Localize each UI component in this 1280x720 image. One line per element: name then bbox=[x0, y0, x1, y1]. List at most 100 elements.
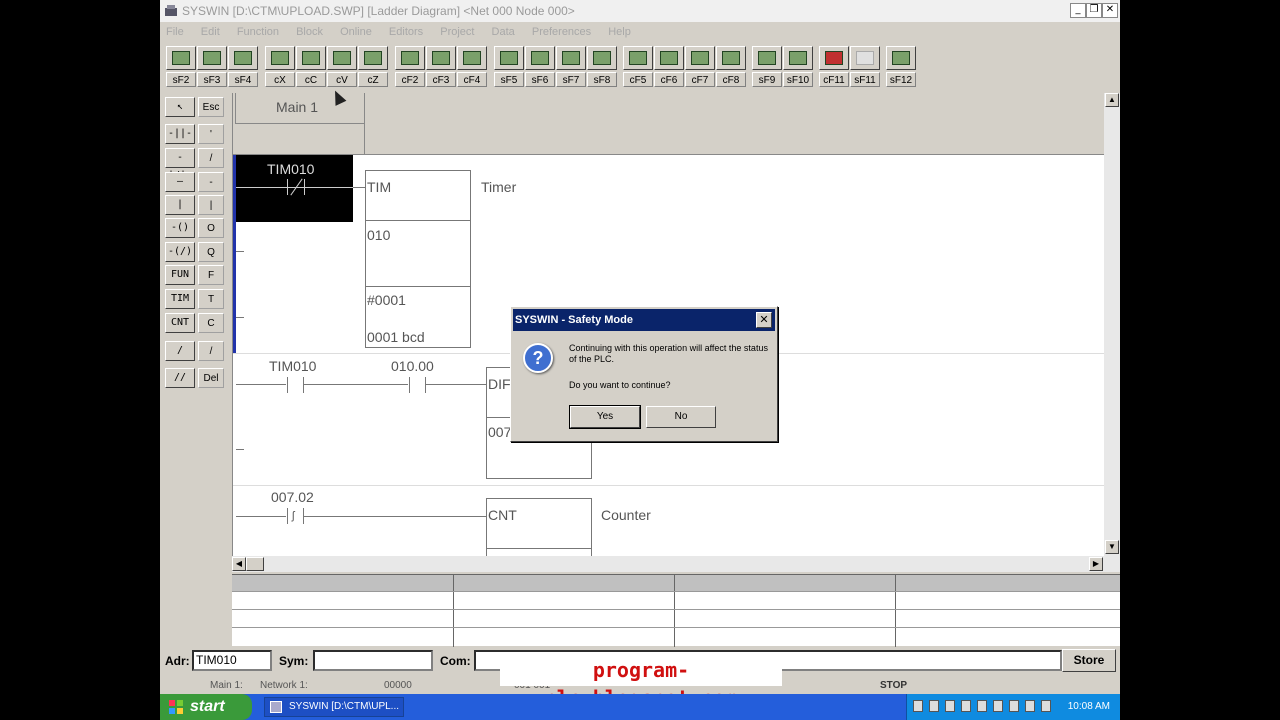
menu-editors[interactable]: Editors bbox=[389, 26, 423, 38]
cnt-instruction-label: CNT bbox=[488, 507, 517, 523]
print-button[interactable] bbox=[228, 46, 258, 70]
scroll-down-arrow[interactable]: ▼ bbox=[1105, 540, 1119, 554]
horizontal-line-button[interactable]: — bbox=[165, 172, 195, 192]
symbol-input[interactable] bbox=[313, 650, 433, 671]
tool-cf3-button[interactable] bbox=[426, 46, 456, 70]
print-icon bbox=[234, 51, 252, 65]
horizontal-scrollbar[interactable]: ◀ ▶ bbox=[232, 556, 1120, 572]
timer-comment: Timer bbox=[481, 179, 517, 195]
tool-sf10-button[interactable] bbox=[783, 46, 813, 70]
contact-bar bbox=[303, 377, 304, 393]
contact-nc-button[interactable]: -|/|- bbox=[165, 148, 195, 181]
grid-row-divider bbox=[232, 609, 1120, 610]
store-button[interactable]: Store bbox=[1062, 649, 1116, 672]
undo-button[interactable] bbox=[358, 46, 388, 70]
menu-preferences[interactable]: Preferences bbox=[532, 26, 591, 38]
menu-help[interactable]: Help bbox=[608, 26, 631, 38]
save-button[interactable] bbox=[197, 46, 227, 70]
rail-tick bbox=[236, 251, 244, 252]
scroll-right-arrow[interactable]: ▶ bbox=[1089, 557, 1103, 571]
close-button[interactable]: ✕ bbox=[1102, 3, 1118, 18]
coil-not-button[interactable]: -(/) bbox=[165, 242, 195, 262]
status-address: 00000 bbox=[384, 680, 412, 691]
tab-main-1[interactable]: Main 1 bbox=[235, 93, 365, 124]
counter-button[interactable]: CNT bbox=[165, 313, 195, 333]
toolbar: sF2 sF3 sF4 cX cC cV cZ cF2 cF3 cF4 sF5 … bbox=[160, 44, 1120, 90]
contact-bar bbox=[287, 377, 288, 393]
menu-project[interactable]: Project bbox=[440, 26, 474, 38]
vertical-line-button[interactable]: | bbox=[165, 195, 195, 215]
tool-cf6-button[interactable] bbox=[654, 46, 684, 70]
tool-cf4-button[interactable] bbox=[457, 46, 487, 70]
copy-button[interactable] bbox=[296, 46, 326, 70]
contact-bar bbox=[409, 377, 410, 393]
key-label: sF10 bbox=[783, 72, 813, 87]
tool-cf11-button[interactable] bbox=[819, 46, 849, 70]
timer-preset: #0001 bbox=[367, 292, 406, 308]
tray-icon[interactable] bbox=[977, 700, 987, 712]
tray-icon[interactable] bbox=[929, 700, 939, 712]
online-tool-icon bbox=[758, 51, 776, 65]
start-button[interactable]: start bbox=[160, 694, 252, 720]
rail-tick bbox=[236, 317, 244, 318]
menu-block[interactable]: Block bbox=[296, 26, 323, 38]
delete-line-button[interactable]: // bbox=[165, 368, 195, 388]
cross-reference-grid[interactable] bbox=[232, 574, 1120, 647]
address-input[interactable]: TIM010 bbox=[192, 650, 272, 671]
tool-sf12-button[interactable] bbox=[886, 46, 916, 70]
contact-bar bbox=[287, 508, 288, 524]
tool-sf9-button[interactable] bbox=[752, 46, 782, 70]
menu-edit[interactable]: Edit bbox=[201, 26, 220, 38]
yes-button[interactable]: Yes bbox=[569, 405, 641, 429]
menu-online[interactable]: Online bbox=[340, 26, 372, 38]
tool-cf8-button[interactable] bbox=[716, 46, 746, 70]
tray-icon[interactable] bbox=[913, 700, 923, 712]
vertical-scrollbar[interactable]: ▲ ▼ bbox=[1104, 93, 1120, 556]
key-label: cC bbox=[296, 72, 326, 87]
restore-button[interactable]: ❐ bbox=[1086, 3, 1102, 18]
tool-sf7-button[interactable] bbox=[556, 46, 586, 70]
tool-cf7-button[interactable] bbox=[685, 46, 715, 70]
scroll-thumb[interactable] bbox=[246, 557, 264, 571]
open-button[interactable] bbox=[166, 46, 196, 70]
rung2-contact2-label: 010.00 bbox=[391, 358, 434, 374]
select-pointer-button[interactable]: ↖ bbox=[165, 97, 195, 117]
grid-column-divider bbox=[453, 575, 454, 647]
scroll-left-arrow[interactable]: ◀ bbox=[232, 557, 246, 571]
tray-icon[interactable] bbox=[1025, 700, 1035, 712]
coil-button[interactable]: -() bbox=[165, 218, 195, 238]
no-button[interactable]: No bbox=[646, 406, 716, 428]
tray-icon[interactable] bbox=[961, 700, 971, 712]
menu-file[interactable]: File bbox=[166, 26, 184, 38]
diagonal-line-button[interactable]: / bbox=[165, 341, 195, 361]
dialog-close-button[interactable]: ✕ bbox=[756, 312, 772, 328]
contact-no-button[interactable]: -||- bbox=[165, 124, 195, 144]
network-tool-icon bbox=[593, 51, 611, 65]
menu-function[interactable]: Function bbox=[237, 26, 279, 38]
timer-preset-comment: 0001 bcd bbox=[367, 329, 425, 345]
timer-button[interactable]: TIM bbox=[165, 289, 195, 309]
rung-separator bbox=[233, 485, 1104, 486]
tool-cf2-button[interactable] bbox=[395, 46, 425, 70]
palette-key: | bbox=[198, 195, 224, 215]
scroll-up-arrow[interactable]: ▲ bbox=[1105, 93, 1119, 107]
menu-data[interactable]: Data bbox=[492, 26, 515, 38]
minimize-button[interactable]: _ bbox=[1070, 3, 1086, 18]
taskbar-item-syswin[interactable]: SYSWIN [D:\CTM\UPL... bbox=[264, 697, 404, 717]
tray-icon[interactable] bbox=[1041, 700, 1051, 712]
tool-sf11-button[interactable] bbox=[850, 46, 880, 70]
tray-icon[interactable] bbox=[993, 700, 1003, 712]
cut-button[interactable] bbox=[265, 46, 295, 70]
tool-sf6-button[interactable] bbox=[525, 46, 555, 70]
tray-icon[interactable] bbox=[945, 700, 955, 712]
tool-sf8-button[interactable] bbox=[587, 46, 617, 70]
tool-sf5-button[interactable] bbox=[494, 46, 524, 70]
tray-icon[interactable] bbox=[1009, 700, 1019, 712]
tim-instruction-box[interactable] bbox=[365, 170, 471, 348]
key-label: sF8 bbox=[587, 72, 617, 87]
clock[interactable]: 10:08 AM bbox=[1068, 694, 1110, 720]
timer-number: 010 bbox=[367, 227, 391, 243]
tool-cf5-button[interactable] bbox=[623, 46, 653, 70]
paste-button[interactable] bbox=[327, 46, 357, 70]
function-button[interactable]: FUN bbox=[165, 265, 195, 285]
